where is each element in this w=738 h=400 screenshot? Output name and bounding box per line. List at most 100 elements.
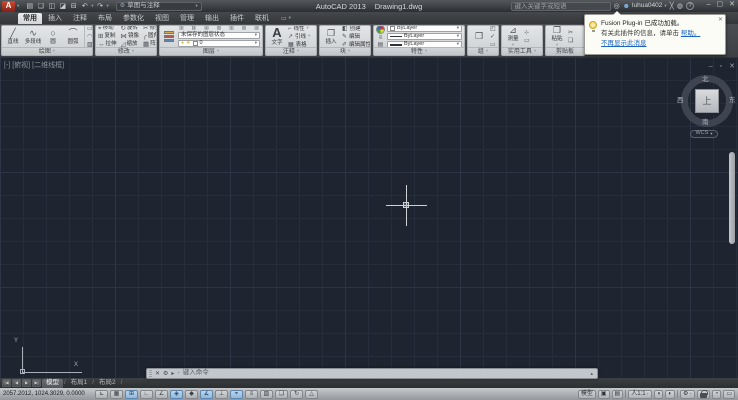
tab-nav-first-icon[interactable]: |◀ xyxy=(2,379,11,387)
insert-block-button[interactable]: ❒插入 xyxy=(322,29,340,45)
open-button[interactable]: ❏ xyxy=(36,1,45,11)
toggle-snap-mode[interactable]: ▦ xyxy=(110,390,123,399)
layer-properties-button[interactable] xyxy=(162,27,176,47)
trim-button[interactable]: ✂修剪▾ xyxy=(143,26,156,32)
create-block-button[interactable]: ◧创建 xyxy=(342,26,370,32)
panel-layers-label[interactable]: 图层▾ xyxy=(160,47,262,55)
tab-layout2[interactable]: 布局2 xyxy=(95,379,120,388)
command-customize-icon[interactable]: ⚙ xyxy=(163,371,168,377)
viewcube-top-face[interactable]: 上 xyxy=(695,89,719,113)
command-bar-grip[interactable] xyxy=(149,370,152,377)
linear-dimension-button[interactable]: ⌐线性▾ xyxy=(288,26,310,32)
leader-button[interactable]: ↗引线▾ xyxy=(288,34,310,40)
toggle-ortho-mode[interactable]: ∟ xyxy=(140,390,153,399)
polyline-button[interactable]: ∿多段线 xyxy=(24,29,42,45)
qnew-button[interactable]: ▤ xyxy=(25,1,34,11)
ribbon-tab-plugins[interactable]: 插件 xyxy=(225,13,249,24)
command-recent-caret-icon[interactable]: ▾ xyxy=(177,371,179,376)
panel-properties-label[interactable]: 特性▾ xyxy=(374,47,464,55)
layer-tool-icon[interactable]: ▥ xyxy=(192,26,197,31)
help-link[interactable]: 帮助。 xyxy=(681,30,701,37)
toggle-lineweight[interactable]: ≡ xyxy=(245,390,258,399)
toggle-3d-object-snap[interactable]: ◆ xyxy=(185,390,198,399)
notification-close-icon[interactable]: ✕ xyxy=(718,16,723,25)
layer-dropdown[interactable]: ● ☀ 0 ▾ xyxy=(178,40,260,47)
rotate-button[interactable]: ↻旋转 xyxy=(121,26,140,32)
ribbon-tab-layout[interactable]: 布局 xyxy=(93,13,117,24)
arc-button[interactable]: ⌒圆弧 xyxy=(64,29,82,45)
layer-tool-icon[interactable]: ▥ xyxy=(254,26,259,31)
drawing-canvas[interactable]: [-] [俯视] [二维线框] – ▫ ✕ 北 南 西 东 上 WCS▾ Y X xyxy=(0,57,738,378)
window-close-button[interactable]: ✕ xyxy=(729,1,735,8)
command-close-icon[interactable]: ✕ xyxy=(155,371,160,377)
layer-tool-icon[interactable]: ▥ xyxy=(217,26,222,31)
ribbon-tab-annotate[interactable]: 注释 xyxy=(68,13,92,24)
ribbon-tab-view[interactable]: 视图 xyxy=(150,13,174,24)
command-line-bar[interactable]: ✕ ⚙ ▸ ▾ 键入命令 ▴ xyxy=(146,368,598,379)
paste-button[interactable]: ❐粘贴▾ xyxy=(548,26,566,47)
redo-caret-icon[interactable]: ▾ xyxy=(107,4,109,9)
toggle-object-snap[interactable]: ◈ xyxy=(170,390,183,399)
window-minimize-button[interactable]: – xyxy=(707,1,711,8)
vertical-scrollbar-thumb[interactable] xyxy=(729,152,735,244)
workspace-switching-button[interactable]: ⚙▾ xyxy=(680,390,695,399)
edit-block-button[interactable]: ✎编辑 xyxy=(342,34,370,40)
undo-button[interactable]: ↶ xyxy=(80,1,89,11)
toggle-object-snap-tracking[interactable]: ∡ xyxy=(200,390,213,399)
save-as-button[interactable]: ◪ xyxy=(58,1,67,11)
wcs-menu-button[interactable]: WCS▾ xyxy=(690,130,718,138)
tab-nav-next-icon[interactable]: ▶ xyxy=(22,379,31,387)
quick-select-button[interactable]: ⊹ xyxy=(524,30,530,36)
quick-view-layouts-icon[interactable]: ▣ xyxy=(598,390,610,399)
command-input[interactable]: 键入命令 xyxy=(183,370,209,377)
line-button[interactable]: ╱直线 xyxy=(4,29,22,45)
redo-button[interactable]: ↷ xyxy=(96,1,105,11)
viewcube-north[interactable]: 北 xyxy=(702,77,709,84)
panel-block-label[interactable]: 块▾ xyxy=(320,47,370,55)
hardware-acceleration-icon[interactable]: ◔ xyxy=(712,390,722,399)
sign-in-button[interactable]: ☻ luhua0402 ▾ xyxy=(623,3,667,10)
doc-minimize-button[interactable]: – xyxy=(709,63,713,70)
tab-nav-last-icon[interactable]: ▶| xyxy=(32,379,41,387)
toggle-polar-tracking[interactable]: ∠ xyxy=(155,390,168,399)
object-color-icon[interactable] xyxy=(376,26,385,34)
circle-button[interactable]: ○圆 xyxy=(44,29,62,45)
toggle-dynamic-input[interactable]: ⌖ xyxy=(230,390,243,399)
ribbon-minimize-button[interactable]: ▭ ▾ xyxy=(281,13,291,24)
fillet-button[interactable]: ╭圆角▾ xyxy=(143,33,156,40)
plot-button[interactable]: ⊟ xyxy=(69,1,78,11)
point-style-button[interactable]: ▭ xyxy=(524,38,530,44)
toolbar-lock-button[interactable] xyxy=(697,390,710,399)
group-button[interactable]: ❒ xyxy=(470,32,488,41)
layer-tool-icon[interactable]: ▥ xyxy=(242,26,247,31)
text-button[interactable]: A文字 xyxy=(268,27,286,46)
doc-restore-button[interactable]: ▫ xyxy=(720,63,722,70)
exchange-apps-icon[interactable]: ╳ xyxy=(670,3,674,10)
tab-layout1[interactable]: 布局1 xyxy=(67,379,92,388)
search-icon[interactable]: ◎ xyxy=(614,3,620,10)
mirror-button[interactable]: ⋈镜像 xyxy=(121,33,140,40)
viewcube-south[interactable]: 南 xyxy=(702,120,709,127)
group-edit-button[interactable]: ✓ xyxy=(490,34,496,40)
workspace-switcher[interactable]: ⚙ 草图与注释 ▾ xyxy=(116,2,202,11)
dismiss-link[interactable]: 不再显示此消息 xyxy=(601,40,647,47)
linetype-icon[interactable]: ≡ xyxy=(379,35,383,41)
toggle-infer-constraints[interactable]: ⊾ xyxy=(95,390,108,399)
color-dropdown[interactable]: ByLayer▾ xyxy=(387,26,462,32)
cut-button[interactable]: ✂ xyxy=(568,30,573,36)
viewport-view-control[interactable]: [俯视] xyxy=(12,62,30,69)
measure-button[interactable]: ⊿测量▾ xyxy=(504,26,522,47)
communication-center-icon[interactable]: ◍ xyxy=(677,3,683,10)
command-recent-icon[interactable]: ▸ xyxy=(171,371,174,377)
panel-annotation-label[interactable]: 注释▾ xyxy=(266,47,316,55)
layer-tool-icon[interactable]: ▥ xyxy=(204,26,209,31)
layer-tool-icon[interactable]: ▥ xyxy=(179,26,184,31)
model-space-button[interactable]: 模型 xyxy=(578,390,596,399)
toggle-grid-display[interactable]: ⊞ xyxy=(125,390,138,399)
ribbon-tab-insert[interactable]: 插入 xyxy=(43,13,67,24)
linetype-dropdown[interactable]: ByLayer▾ xyxy=(387,33,462,40)
toggle-annotation-monitor[interactable]: △ xyxy=(305,390,318,399)
coordinates-readout[interactable]: 2057.2012, 1024.3029, 0.0000 xyxy=(3,391,93,397)
annotation-visibility-icon[interactable]: ◑ xyxy=(654,390,664,399)
rectangle-button[interactable]: ▭▾ xyxy=(87,26,92,32)
